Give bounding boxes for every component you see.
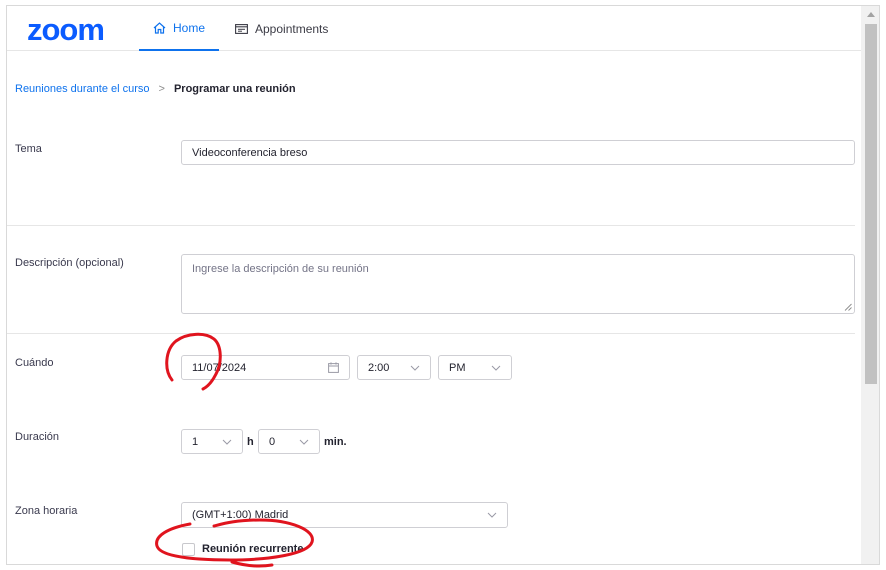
description-label: Descripción (opcional) (15, 257, 124, 269)
time-value: 2:00 (368, 361, 390, 374)
duration-hours-select[interactable]: 1 (181, 429, 243, 454)
tab-appointments-label: Appointments (255, 21, 329, 36)
breadcrumb-parent-link[interactable]: Reuniones durante el curso (15, 83, 150, 95)
zoom-window: zoom Home Appointments Reuniones durante… (6, 5, 880, 565)
breadcrumb-current: Programar una reunión (173, 83, 296, 95)
date-value: 11/07/2024 (192, 361, 247, 374)
chevron-down-icon (487, 512, 497, 518)
chevron-down-icon (491, 365, 501, 371)
breadcrumb: Reuniones durante el curso > Programar u… (15, 83, 296, 95)
hours-unit: h (247, 436, 254, 448)
calendar-icon (235, 24, 248, 34)
minutes-unit: min. (324, 436, 347, 448)
tab-home[interactable]: Home (139, 6, 219, 51)
duration-label: Duración (15, 431, 60, 443)
scrollbar-thumb[interactable] (865, 24, 877, 384)
chevron-down-icon (299, 439, 309, 445)
description-textarea[interactable]: Ingrese la descripción de su reunión (181, 254, 855, 314)
recurring-checkbox[interactable] (182, 543, 195, 556)
tab-appointments[interactable]: Appointments (235, 6, 328, 51)
timezone-select[interactable]: (GMT+1:00) Madrid (181, 502, 508, 528)
topic-input-value: Videoconferencia breso (192, 146, 308, 159)
home-icon (153, 21, 166, 34)
ampm-select[interactable]: PM (438, 355, 512, 380)
ampm-value: PM (449, 361, 466, 374)
topic-input[interactable]: Videoconferencia breso (181, 140, 855, 165)
duration-minutes-select[interactable]: 0 (258, 429, 320, 454)
breadcrumb-separator: > (158, 83, 165, 95)
recurring-label[interactable]: Reunión recurrente (202, 543, 303, 555)
chevron-down-icon (222, 439, 232, 445)
description-placeholder: Ingrese la descripción de su reunión (192, 263, 369, 275)
divider (7, 333, 855, 334)
timezone-label: Zona horaria (15, 505, 78, 517)
time-select[interactable]: 2:00 (357, 355, 431, 380)
calendar-icon (328, 362, 339, 373)
chevron-down-icon (410, 365, 420, 371)
timezone-value: (GMT+1:00) Madrid (192, 509, 289, 521)
duration-minutes-value: 0 (269, 435, 276, 448)
when-label: Cuándo (15, 357, 54, 369)
tab-home-label: Home (172, 20, 205, 35)
scroll-up-arrow-icon[interactable] (867, 12, 875, 17)
divider (7, 225, 855, 226)
zoom-logo[interactable]: zoom (27, 12, 105, 48)
resize-handle-icon[interactable] (844, 303, 852, 311)
date-picker[interactable]: 11/07/2024 (181, 355, 350, 380)
vertical-scrollbar[interactable] (861, 6, 879, 564)
topic-label: Tema (15, 143, 42, 155)
duration-hours-value: 1 (192, 435, 199, 448)
top-nav: zoom Home Appointments (7, 6, 861, 51)
